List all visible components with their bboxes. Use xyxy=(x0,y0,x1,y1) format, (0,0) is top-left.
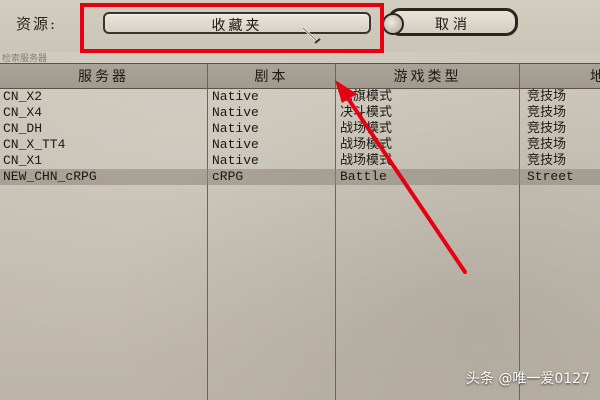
source-dropdown[interactable]: 收藏夹 xyxy=(103,12,371,34)
script-cell: Native xyxy=(212,153,259,168)
server-name-cell: NEW_CHN_cRPG xyxy=(3,169,97,184)
column-header-game-type[interactable]: 游戏类型 xyxy=(336,66,519,86)
column-header-script[interactable]: 剧本 xyxy=(208,66,335,86)
server-list-table: 服务器 剧本 游戏类型 地 CN_X2 Native 抢旗模式 竞技场 CN_X… xyxy=(0,63,600,400)
server-name-cell: CN_X_TT4 xyxy=(3,137,66,152)
cancel-button[interactable]: 取消 xyxy=(382,8,518,36)
map-cell: 竞技场 xyxy=(527,137,567,152)
table-row[interactable]: CN_X1 Native 战场模式 竞技场 xyxy=(0,153,600,169)
sword-cursor-icon xyxy=(302,27,321,44)
map-cell: 竞技场 xyxy=(527,153,567,168)
server-name-cell: CN_DH xyxy=(3,121,43,136)
game-type-cell: 决斗模式 xyxy=(340,105,393,120)
map-cell: 竞技场 xyxy=(527,121,567,136)
script-cell: Native xyxy=(212,137,259,152)
table-row[interactable]: CN_X2 Native 抢旗模式 竞技场 xyxy=(0,89,600,105)
source-selected-value: 收藏夹 xyxy=(211,18,263,34)
server-name-cell: CN_X1 xyxy=(3,153,43,168)
game-type-cell: Battle xyxy=(340,169,387,184)
map-cell: 竞技场 xyxy=(527,89,567,104)
column-header-map[interactable]: 地 xyxy=(520,66,600,86)
game-type-cell: 战场模式 xyxy=(340,137,393,152)
map-cell: Street xyxy=(527,169,574,184)
server-name-cell: CN_X4 xyxy=(3,105,43,120)
game-type-cell: 战场模式 xyxy=(340,121,393,136)
source-toolbar: 资源: 收藏夹 取消 xyxy=(0,0,600,52)
column-header-server[interactable]: 服务器 xyxy=(0,66,207,86)
script-cell: Native xyxy=(212,105,259,120)
game-type-cell: 战场模式 xyxy=(340,153,393,168)
table-row[interactable]: CN_DH Native 战场模式 竞技场 xyxy=(0,121,600,137)
game-type-cell: 抢旗模式 xyxy=(340,89,393,104)
server-name-cell: CN_X2 xyxy=(3,89,43,104)
game-server-browser: 资源: 收藏夹 取消 检索服务器 服务器 剧本 游戏类型 地 CN_X2 Nat… xyxy=(0,0,600,400)
source-label: 资源: xyxy=(16,15,58,33)
script-cell: cRPG xyxy=(212,169,244,184)
script-cell: Native xyxy=(212,121,259,136)
script-cell: Native xyxy=(212,89,259,104)
cancel-button-label: 取消 xyxy=(435,17,471,33)
watermark-label: 头条 @唯一爱0127 xyxy=(465,371,590,387)
map-cell: 竞技场 xyxy=(527,105,567,120)
table-row[interactable]: CN_X_TT4 Native 战场模式 竞技场 xyxy=(0,137,600,153)
table-header-row: 服务器 剧本 游戏类型 地 xyxy=(0,63,600,89)
table-row[interactable]: CN_X4 Native 决斗模式 竞技场 xyxy=(0,105,600,121)
table-row-selected[interactable]: NEW_CHN_cRPG cRPG Battle Street xyxy=(0,169,600,185)
